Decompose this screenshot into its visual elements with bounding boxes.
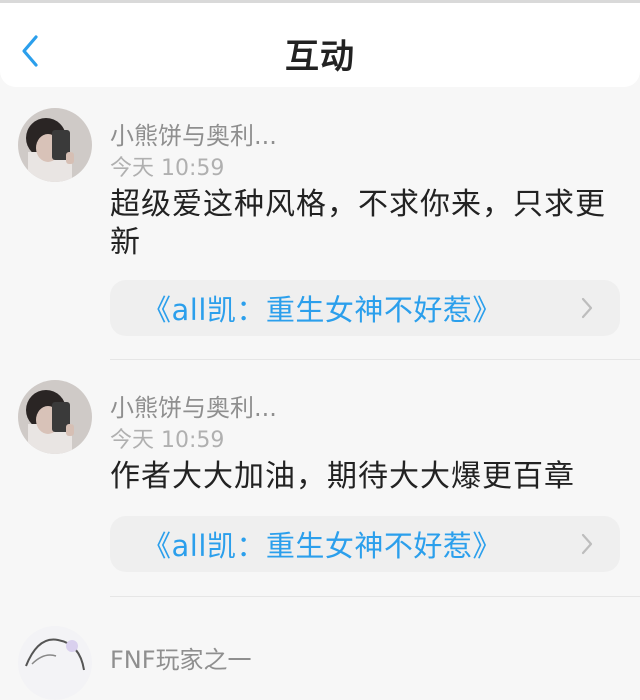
comment-username[interactable]: FNF玩家之一 bbox=[110, 640, 252, 675]
comment-text: 超级爱这种风格，不求你来，只求更新 bbox=[110, 187, 606, 260]
book-link-title: 《all凯：重生女神不好惹》 bbox=[142, 293, 502, 327]
user-avatar-photo-icon bbox=[18, 108, 92, 182]
comment-username[interactable]: 小熊饼与奥利... bbox=[110, 116, 277, 151]
comment-item: 小熊饼与奥利... 今天 10:59 作者大大加油，期待大大爆更百章 《all凯… bbox=[0, 364, 640, 614]
comment-text: 作者大大加油，期待大大爆更百章 bbox=[110, 459, 575, 494]
comment-item: 小熊饼与奥利... 今天 10:59 超级爱这种风格，不求你来，只求更新 《al… bbox=[0, 96, 640, 364]
comment-time: 今天 10:59 bbox=[110, 156, 225, 181]
avatar[interactable] bbox=[18, 108, 92, 182]
chevron-right-icon bbox=[581, 297, 593, 319]
interaction-feed: 小熊饼与奥利... 今天 10:59 超级爱这种风格，不求你来，只求更新 《al… bbox=[0, 96, 640, 700]
comment-time: 今天 10:59 bbox=[110, 428, 225, 453]
chevron-right-icon bbox=[581, 533, 593, 555]
divider bbox=[110, 359, 640, 360]
book-link[interactable]: 《all凯：重生女神不好惹》 bbox=[110, 516, 620, 572]
comment-username[interactable]: 小熊饼与奥利... bbox=[110, 388, 277, 423]
avatar[interactable] bbox=[18, 380, 92, 454]
page-title: 互动 bbox=[285, 37, 355, 77]
divider bbox=[110, 596, 640, 597]
book-link[interactable]: 《all凯：重生女神不好惹》 bbox=[110, 280, 620, 336]
user-avatar-photo-icon bbox=[18, 380, 92, 454]
comment-item: FNF玩家之一 bbox=[0, 614, 640, 700]
book-link-title: 《all凯：重生女神不好惹》 bbox=[142, 529, 502, 563]
user-avatar-anime-icon bbox=[18, 626, 92, 700]
nav-bar: 互动 bbox=[0, 3, 640, 87]
avatar[interactable] bbox=[18, 626, 92, 700]
